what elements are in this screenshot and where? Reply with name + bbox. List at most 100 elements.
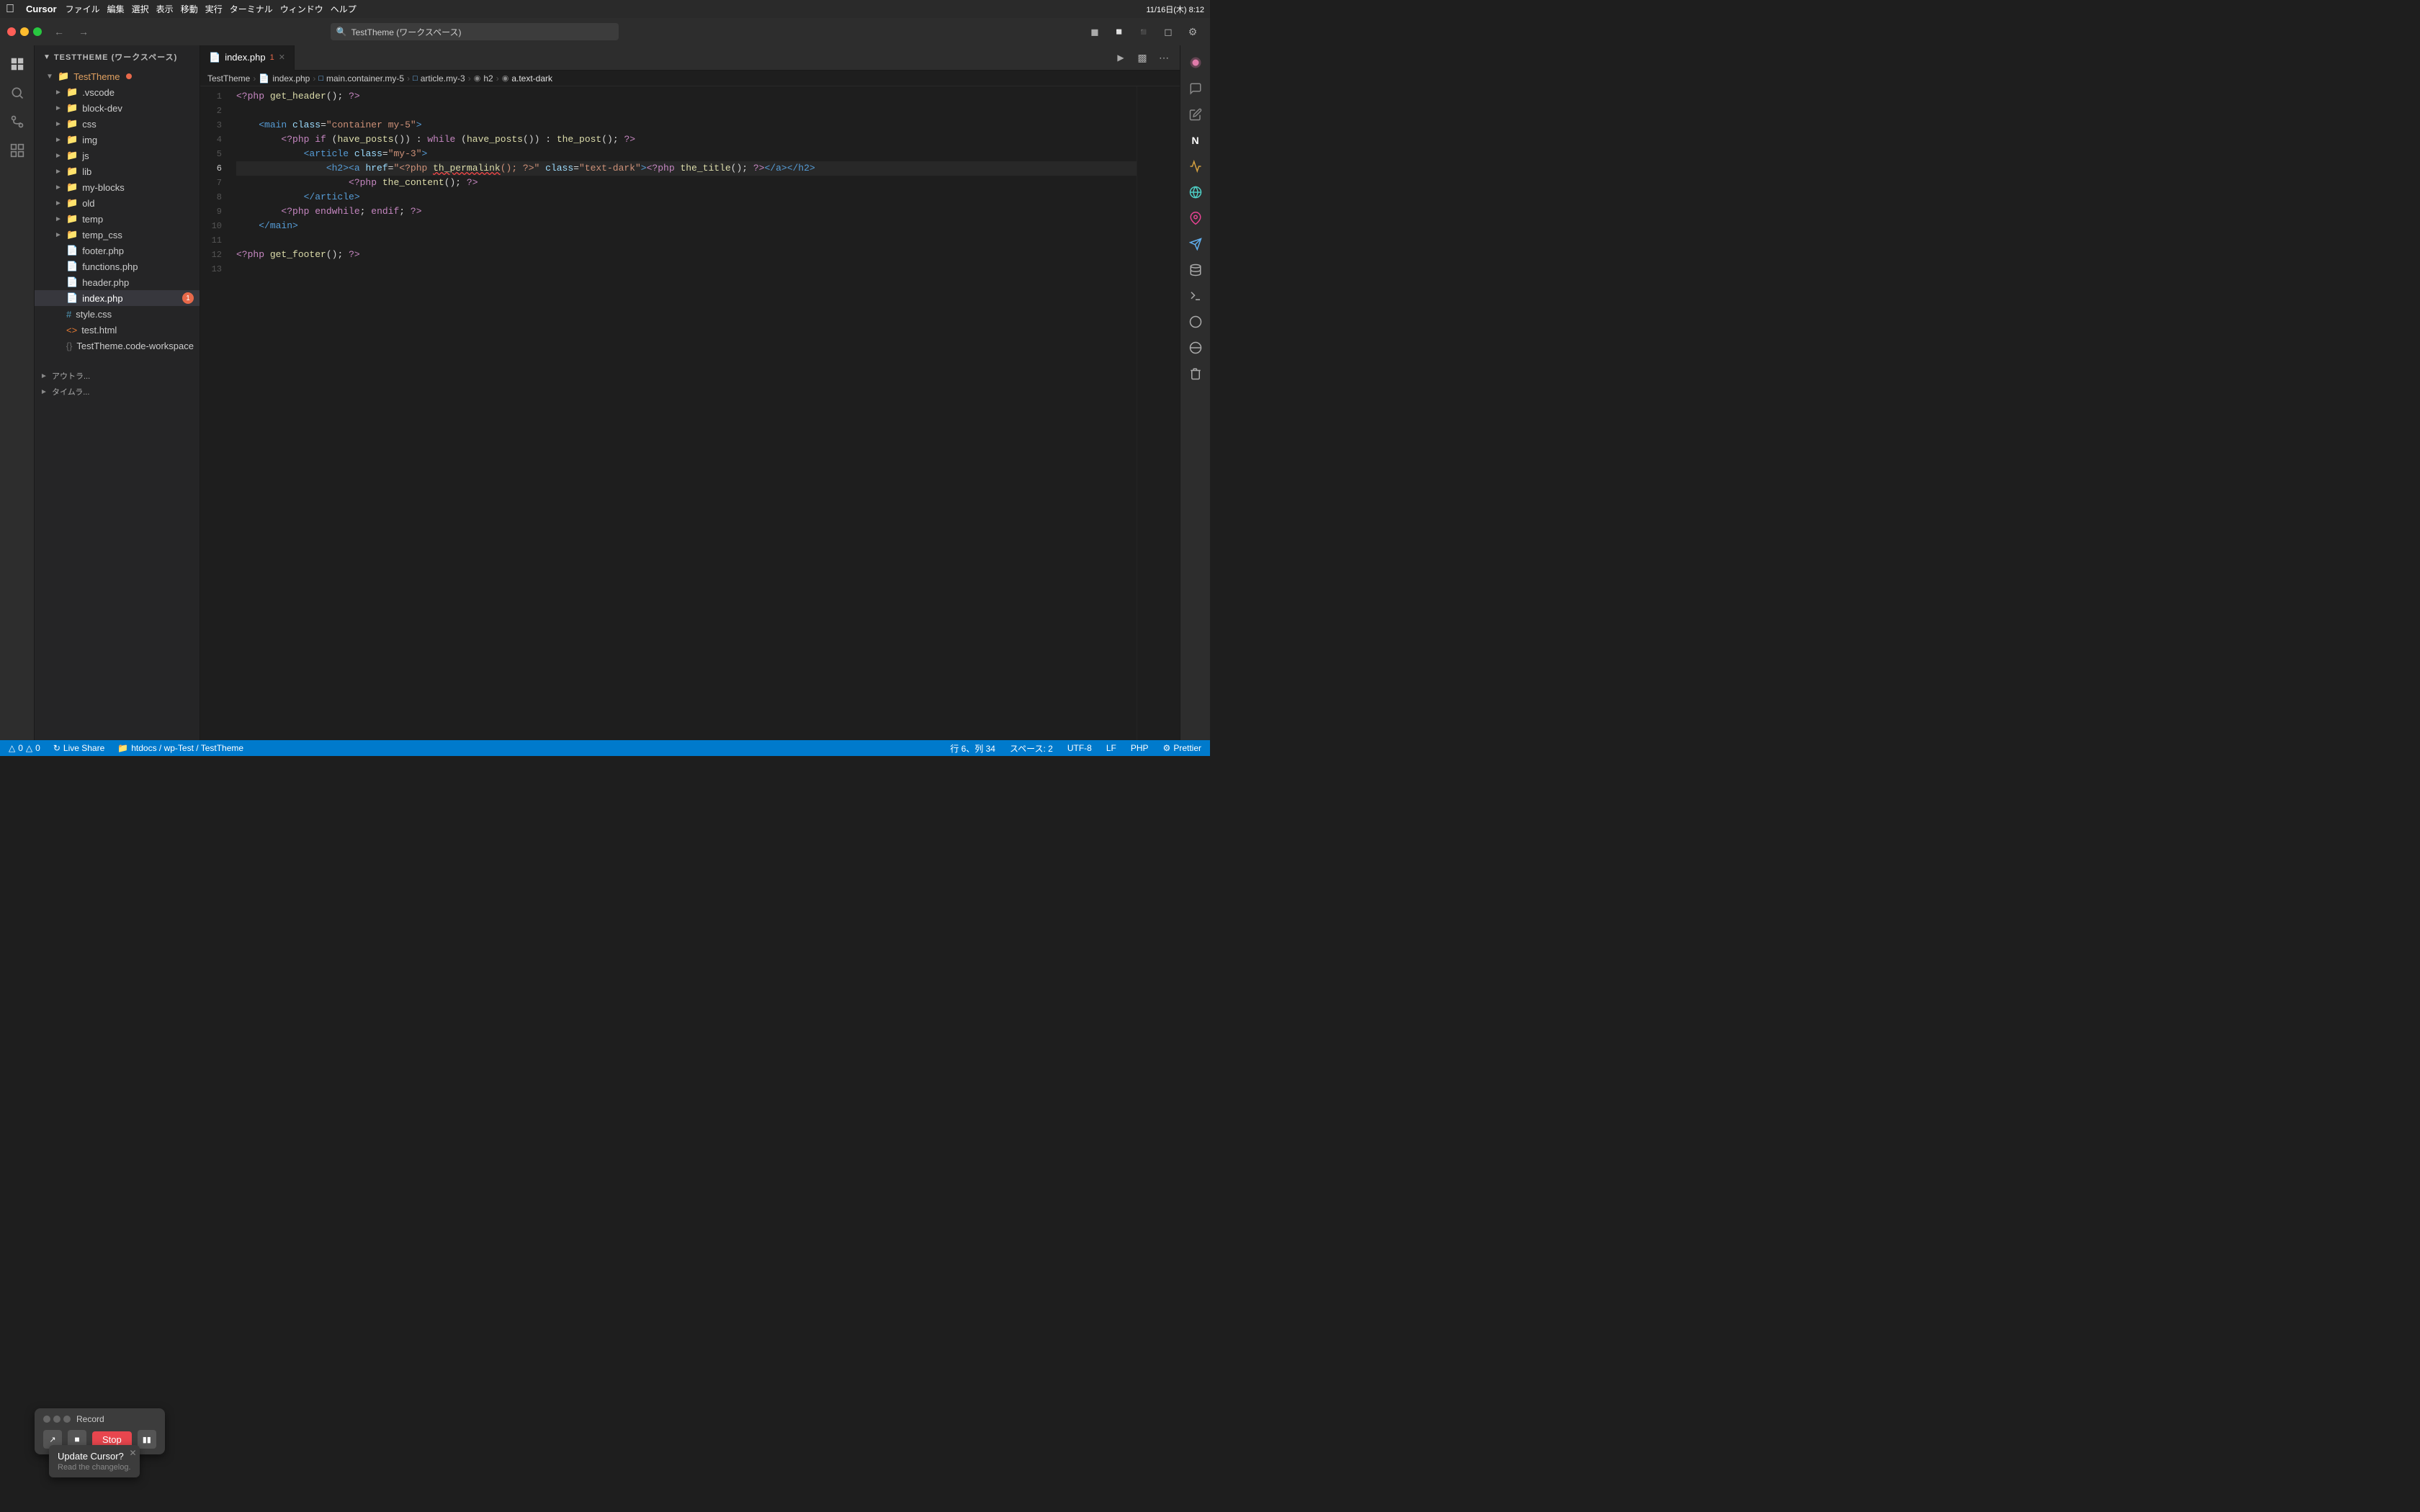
path-status[interactable]: 📁 htdocs / wp-Test / TestTheme — [115, 740, 246, 756]
menu-run[interactable]: 実行 — [205, 3, 223, 15]
database-icon[interactable] — [1184, 258, 1207, 282]
js-folder[interactable]: ► 📁 js — [35, 148, 200, 163]
header-php-file[interactable]: ► 📄 header.php — [35, 274, 200, 290]
run-button[interactable]: ▶ — [1111, 50, 1131, 66]
status-bar: △ 0 △ 0 ↻ Live Share 📁 htdocs / wp-Test … — [0, 740, 1210, 756]
breadcrumb-file[interactable]: index.php — [272, 73, 310, 84]
breadcrumb-h2[interactable]: h2 — [483, 73, 493, 84]
titlebar-actions: ◼ ◽ ◾ ◻ ⚙ — [1085, 24, 1203, 40]
encoding-label: UTF-8 — [1067, 743, 1092, 753]
breadcrumb-workspace[interactable]: TestTheme — [207, 73, 250, 84]
git-warnings: 0 — [35, 743, 40, 753]
explorer-icon[interactable] — [4, 51, 30, 77]
code-line-12: <?php get_footer(); ?> — [236, 248, 1137, 262]
chat-icon[interactable] — [1184, 77, 1207, 100]
sidebar-toggle-button[interactable]: ◼ — [1085, 24, 1105, 40]
root-folder-label: TestTheme — [73, 71, 120, 82]
globe-icon[interactable] — [1184, 336, 1207, 359]
location-icon[interactable] — [1184, 207, 1207, 230]
code-line-10: </main> — [236, 219, 1137, 233]
menu-file[interactable]: ファイル — [66, 3, 100, 15]
formatter-status[interactable]: ⚙ Prettier — [1160, 740, 1204, 756]
code-line-9: <?php endwhile; endif; ?> — [236, 204, 1137, 219]
breadcrumb-a[interactable]: a.text-dark — [511, 73, 552, 84]
back-button[interactable]: ← — [49, 24, 69, 40]
browser-icon[interactable] — [1184, 181, 1207, 204]
language-status[interactable]: PHP — [1128, 740, 1152, 756]
style-css-file[interactable]: ► # style.css — [35, 306, 200, 322]
menu-go[interactable]: 移動 — [181, 3, 198, 15]
breadcrumb-element-icon4: ◉ — [502, 73, 509, 83]
code-line-3: <main class="container my-5"> — [236, 118, 1137, 132]
breadcrumb-element2[interactable]: article.my-3 — [421, 73, 465, 84]
breadcrumb-element-icon2: □ — [413, 74, 418, 83]
activity-bar — [0, 45, 35, 740]
more-actions-button[interactable]: ⋯ — [1154, 50, 1174, 66]
index-php-file[interactable]: ► 📄 index.php 1 — [35, 290, 200, 306]
menu-window[interactable]: ウィンドウ — [280, 3, 323, 15]
minimize-button[interactable] — [20, 27, 29, 36]
source-control-icon[interactable] — [4, 109, 30, 135]
code-content[interactable]: <?php get_header(); ?> <main class="cont… — [229, 86, 1137, 740]
menu-view[interactable]: 表示 — [156, 3, 174, 15]
menu-edit[interactable]: 編集 — [107, 3, 125, 15]
menu-select[interactable]: 選択 — [132, 3, 149, 15]
send-icon[interactable] — [1184, 233, 1207, 256]
ai-icon[interactable] — [1184, 51, 1207, 74]
update-tooltip: ✕ Update Cursor? Read the changelog. — [49, 1445, 140, 1477]
terminal-icon[interactable] — [1184, 284, 1207, 307]
line-ending-status[interactable]: LF — [1103, 740, 1119, 756]
img-folder[interactable]: ► 📁 img — [35, 132, 200, 148]
code-editor[interactable]: 1 2 3 4 5 6 7 8 9 10 11 12 13 <?php get_… — [200, 86, 1180, 740]
tab-index-php[interactable]: 📄 index.php 1 ✕ — [200, 45, 295, 71]
test-html-file[interactable]: ► <> test.html — [35, 322, 200, 338]
spaces-status[interactable]: スペース: 2 — [1007, 740, 1056, 756]
notion-icon[interactable]: N — [1184, 129, 1207, 152]
vscode-folder[interactable]: ► 📁 .vscode — [35, 84, 200, 100]
update-close-button[interactable]: ✕ — [129, 1448, 136, 1458]
アウトラ-section[interactable]: ► アウトラ... — [35, 368, 200, 384]
extensions-icon[interactable] — [4, 138, 30, 163]
pause-button[interactable]: ▮▮ — [138, 1430, 156, 1449]
temp-css-folder[interactable]: ► 📁 temp_css — [35, 227, 200, 243]
ftp-icon[interactable] — [1184, 155, 1207, 178]
my-blocks-folder[interactable]: ► 📁 my-blocks — [35, 179, 200, 195]
workspace-label: TESTTHEME (ワークスペース) — [54, 51, 177, 63]
settings-button[interactable]: ⚙ — [1183, 24, 1203, 40]
block-dev-folder[interactable]: ► 📁 block-dev — [35, 100, 200, 116]
breadcrumb-element1[interactable]: main.container.my-5 — [326, 73, 404, 84]
compose-icon[interactable] — [1184, 103, 1207, 126]
line-col-status[interactable]: 行 6、列 34 — [947, 740, 998, 756]
notifications-button[interactable]: ◻ — [1158, 24, 1178, 40]
tab-close-button[interactable]: ✕ — [279, 53, 285, 62]
split-button[interactable]: ◾ — [1134, 24, 1154, 40]
code-line-6: <h2><a href="<?php th_permalink(); ?>" c… — [236, 161, 1137, 176]
root-folder-item[interactable]: ▼ 📁 TestTheme — [35, 68, 200, 84]
workspace-file[interactable]: ► {} TestTheme.code-workspace — [35, 338, 200, 354]
circle-icon[interactable] — [1184, 310, 1207, 333]
update-title: Update Cursor? — [58, 1451, 131, 1462]
menu-help[interactable]: ヘルプ — [331, 3, 357, 15]
old-folder[interactable]: ► 📁 old — [35, 195, 200, 211]
git-status[interactable]: △ 0 △ 0 — [6, 740, 43, 756]
lib-folder[interactable]: ► 📁 lib — [35, 163, 200, 179]
close-button[interactable] — [7, 27, 16, 36]
functions-php-file[interactable]: ► 📄 functions.php — [35, 258, 200, 274]
menu-terminal[interactable]: ターミナル — [230, 3, 273, 15]
layout-button[interactable]: ◽ — [1109, 24, 1129, 40]
forward-button[interactable]: → — [73, 24, 94, 40]
breadcrumb-element-icon1: □ — [318, 74, 323, 83]
maximize-button[interactable] — [33, 27, 42, 36]
search-activity-icon[interactable] — [4, 80, 30, 106]
footer-php-file[interactable]: ► 📄 footer.php — [35, 243, 200, 258]
trash-icon[interactable] — [1184, 362, 1207, 385]
encoding-status[interactable]: UTF-8 — [1065, 740, 1095, 756]
apple-icon[interactable]:  — [6, 3, 14, 16]
css-folder[interactable]: ► 📁 css — [35, 116, 200, 132]
temp-folder[interactable]: ► 📁 temp — [35, 211, 200, 227]
split-editor-button[interactable]: ▩ — [1132, 50, 1152, 66]
live-share-status[interactable]: ↻ Live Share — [50, 740, 107, 756]
タイムラ-section[interactable]: ► タイムラ... — [35, 384, 200, 400]
menubar-right: 11/16日(木) 8:12 — [1146, 4, 1204, 15]
search-bar[interactable]: 🔍 TestTheme (ワークスペース) — [331, 23, 619, 40]
